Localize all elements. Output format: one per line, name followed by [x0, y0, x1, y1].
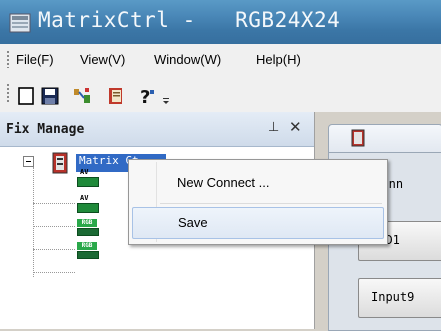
- tree-connector: [33, 203, 75, 205]
- matrix-app-icon: [9, 13, 31, 33]
- tree-node-rgb[interactable]: RGB: [77, 217, 99, 237]
- matrix-device-icon: [351, 129, 365, 147]
- save-icon[interactable]: [40, 86, 60, 106]
- context-menu-new-connect[interactable]: New Connect ...: [132, 168, 382, 198]
- connect-icon[interactable]: [72, 86, 92, 106]
- menu-view[interactable]: View(V): [80, 52, 125, 67]
- tree-node-av[interactable]: AV: [77, 168, 99, 188]
- tree-collapse-toggle[interactable]: [23, 156, 34, 167]
- menu-window[interactable]: Window(W): [154, 52, 221, 67]
- menu-help[interactable]: Help(H): [256, 52, 301, 67]
- title-bar: MatrixCtrl - RGB24X24: [0, 0, 441, 44]
- toolbar: [0, 74, 441, 112]
- svg-text:?: ?: [140, 87, 150, 106]
- menubar-grip[interactable]: [7, 51, 9, 68]
- tree-connector: [33, 272, 75, 274]
- chevron-down-icon[interactable]: [161, 96, 171, 106]
- rgb-device-label: RGB: [77, 242, 97, 250]
- input-button-label: Input9: [371, 290, 415, 304]
- av-device-label: AV: [80, 194, 89, 202]
- new-document-icon[interactable]: [16, 86, 36, 106]
- document-tab[interactable]: [328, 124, 441, 153]
- rgb-device-icon: [77, 228, 99, 236]
- tree-connector: [33, 167, 35, 277]
- book-icon[interactable]: [106, 86, 126, 106]
- av-device-icon: [77, 177, 99, 187]
- rgb-device-icon: [77, 251, 99, 259]
- av-device-label: AV: [80, 168, 89, 176]
- fix-manage-header: Fix Manage ⊥ ✕: [0, 112, 314, 147]
- context-menu-item-label: New Connect ...: [177, 175, 270, 190]
- context-menu: New Connect ... Save: [128, 159, 388, 245]
- tree-connector: [33, 226, 75, 228]
- fix-manage-title: Fix Manage: [6, 122, 85, 137]
- help-icon[interactable]: ?: [136, 86, 156, 106]
- menu-file[interactable]: File(F): [16, 52, 54, 67]
- tree-connector: [33, 249, 75, 251]
- tree-node-av[interactable]: AV: [77, 194, 99, 214]
- context-menu-item-label: Save: [178, 215, 208, 230]
- matrix-device-icon: [52, 152, 68, 174]
- context-menu-separator: [160, 203, 382, 204]
- window-title: MatrixCtrl - RGB24X24: [38, 8, 341, 32]
- context-menu-save[interactable]: Save: [132, 207, 384, 239]
- close-icon[interactable]: ✕: [289, 118, 302, 136]
- toolbar-grip[interactable]: [7, 84, 9, 104]
- tree-node-rgb[interactable]: RGB: [77, 240, 99, 260]
- input-button-input9[interactable]: Input9: [358, 278, 441, 318]
- pin-icon[interactable]: ⊥: [268, 120, 279, 135]
- av-device-icon: [77, 203, 99, 213]
- rgb-device-label: RGB: [77, 219, 97, 227]
- menu-bar: File(F) View(V) Window(W) Help(H): [0, 44, 441, 74]
